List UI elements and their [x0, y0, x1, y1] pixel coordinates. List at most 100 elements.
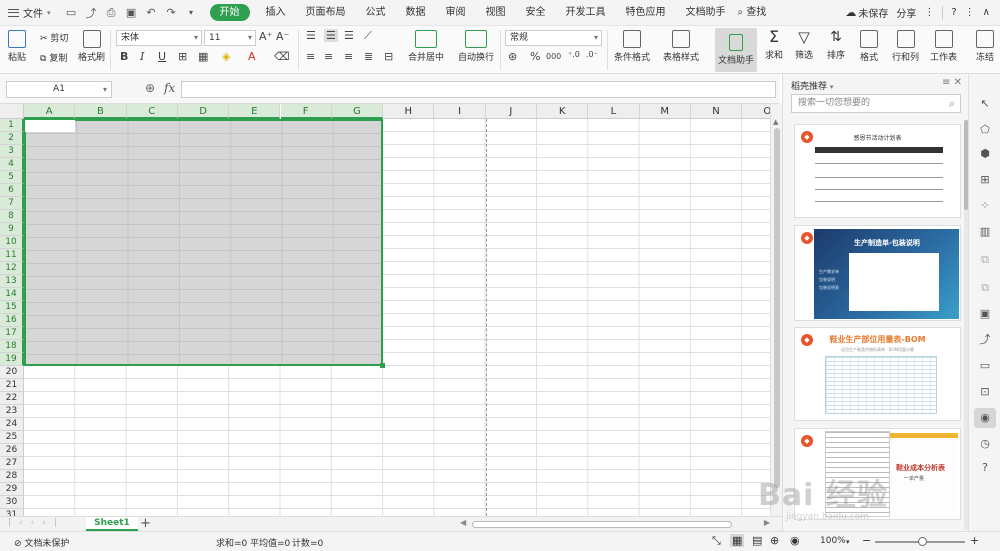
justify-icon[interactable]: ≣ [364, 50, 373, 63]
selected-range[interactable] [24, 119, 383, 366]
align-middle-icon[interactable]: ☰ [324, 29, 338, 42]
orientation-icon[interactable]: ⟋ [364, 29, 372, 43]
template-card[interactable]: ◆ 感恩节活动计划表 [794, 124, 961, 218]
column-header[interactable]: A [24, 104, 76, 119]
align-center-icon[interactable]: ≡ [324, 50, 333, 63]
row-header[interactable]: 23 [0, 405, 24, 418]
export-icon[interactable]: ⤴ [85, 5, 98, 21]
tab-insert[interactable]: 插入 [256, 0, 296, 26]
row-header[interactable]: 8 [0, 210, 24, 223]
sum-button[interactable]: Σ 求和 [765, 28, 783, 62]
row-header[interactable]: 12 [0, 262, 24, 275]
tab-review[interactable]: 审阅 [436, 0, 476, 26]
merge-center-button[interactable]: 合并居中 [408, 30, 444, 63]
active-cell-a1[interactable] [25, 120, 75, 132]
row-header[interactable]: 6 [0, 184, 24, 197]
zoom-slider-knob[interactable] [918, 537, 927, 546]
sheet-tab-sheet1[interactable]: Sheet1 [86, 517, 138, 531]
row-header[interactable]: 11 [0, 249, 24, 262]
fill-color-icon[interactable]: ◈ [222, 50, 230, 63]
formula-input[interactable] [181, 81, 776, 98]
unsaved-status[interactable]: 未保存 [858, 5, 888, 20]
page-break-view-icon[interactable]: ⊕ [770, 534, 779, 547]
font-color-icon[interactable]: A [248, 50, 256, 63]
save-icon[interactable]: ▭ [65, 6, 78, 19]
sort-button[interactable]: ⇅ 排序 [827, 28, 845, 61]
more-options-icon[interactable]: ⋮ [965, 7, 975, 18]
tab-view[interactable]: 视图 [476, 0, 516, 26]
row-header[interactable]: 30 [0, 496, 24, 509]
doc-helper-button[interactable]: 文档助手 [715, 28, 757, 72]
table-style-button[interactable]: 表格样式 [663, 30, 699, 63]
currency-icon[interactable]: ⊛ [508, 50, 517, 63]
tab-page-layout[interactable]: 页面布局 [296, 0, 356, 26]
align-right-icon[interactable]: ≡ [344, 50, 353, 63]
picture-icon[interactable]: ▣ [977, 306, 993, 322]
row-header[interactable]: 27 [0, 457, 24, 470]
row-header[interactable]: 16 [0, 314, 24, 327]
horizontal-scrollbar[interactable]: ◀ ▶ [460, 518, 770, 530]
add-sheet-button[interactable]: + [140, 516, 151, 531]
row-header[interactable]: 24 [0, 418, 24, 431]
column-header[interactable]: F [280, 104, 332, 119]
sheet-nav-arrows[interactable]: |‹‹›| [8, 518, 65, 528]
print-icon[interactable]: ⎙ [105, 6, 118, 20]
column-header[interactable]: H [383, 104, 435, 119]
print-preview-icon[interactable]: ▣ [125, 6, 138, 19]
border-icon[interactable]: ⊞ [178, 50, 187, 63]
vertical-scroll-thumb[interactable] [774, 128, 780, 488]
tab-developer[interactable]: 开发工具 [556, 0, 616, 26]
conditional-format-button[interactable]: 条件格式 [614, 30, 650, 63]
align-left-icon[interactable]: ≡ [306, 50, 315, 63]
decrease-decimal-icon[interactable]: .0⁻ [586, 50, 598, 59]
pane-menu-icon[interactable]: ≡ [942, 77, 950, 88]
horizontal-scroll-thumb[interactable] [472, 521, 732, 528]
column-header[interactable]: L [588, 104, 640, 119]
column-header[interactable]: N [690, 104, 743, 119]
collapse-ribbon-icon[interactable]: ∧ [983, 7, 990, 18]
tab-data[interactable]: 数据 [396, 0, 436, 26]
row-header[interactable]: 17 [0, 327, 24, 340]
customize-icon[interactable]: ▾ [185, 8, 198, 17]
distribute-icon[interactable]: ⊟ [384, 50, 393, 63]
row-header[interactable]: 3 [0, 145, 24, 158]
share-icon[interactable]: ⤴ [977, 332, 993, 348]
column-header[interactable]: E [229, 104, 281, 119]
tab-features[interactable]: 特色应用 [616, 0, 676, 26]
italic-button[interactable]: I [140, 50, 144, 63]
freeze-button[interactable]: 冻结 [970, 30, 1000, 63]
row-header[interactable]: 9 [0, 223, 24, 236]
rows-cols-button[interactable]: 行和列 [892, 30, 919, 63]
increase-decimal-icon[interactable]: ⁺.0 [568, 50, 580, 59]
row-header[interactable]: 21 [0, 379, 24, 392]
thousands-button[interactable]: 000 [546, 52, 561, 61]
history-icon[interactable]: ◷ [977, 436, 993, 452]
row-header[interactable]: 14 [0, 288, 24, 301]
chart-icon[interactable]: ▥ [977, 224, 993, 240]
zoom-level[interactable]: 100% [820, 536, 846, 546]
spreadsheet-grid[interactable]: A B C D E F G H I J K L M N O 1 2 3 4 5 6 7 8 9 10 11 12 13 14 15 16 17… [0, 104, 770, 516]
search-command[interactable]: ⌕ 查找 [736, 0, 777, 26]
table-icon[interactable]: ⊞ [977, 172, 993, 188]
zoom-dropdown-icon[interactable]: ▾ [846, 538, 850, 546]
row-header[interactable]: 25 [0, 431, 24, 444]
redo-icon[interactable]: ↷ [165, 6, 178, 19]
doc-copy-icon[interactable]: ⧉ [977, 280, 993, 296]
underline-button[interactable]: U [158, 50, 166, 63]
eye-protect-icon[interactable]: ⤡ [712, 534, 721, 548]
row-header[interactable]: 7 [0, 197, 24, 210]
row-header[interactable]: 31 [0, 509, 24, 516]
template-card[interactable]: ◆ 生产制造单-包装说明 生产需求单 包装说明 包装说明表 [794, 225, 961, 321]
cut-button[interactable]: ✂ 剪切 [40, 31, 68, 44]
row-header[interactable]: 18 [0, 340, 24, 353]
name-box[interactable]: A1 [6, 81, 112, 98]
zoom-formula-icon[interactable]: ⊕ [145, 81, 155, 95]
clear-format-icon[interactable]: ⌫ [274, 50, 290, 63]
monitor-icon[interactable]: ▭ [977, 358, 993, 374]
help-icon[interactable]: ? [951, 7, 956, 18]
zoom-in-button[interactable]: + [970, 534, 979, 547]
row-header[interactable]: 20 [0, 366, 24, 379]
image-icon[interactable]: ⊡ [977, 384, 993, 400]
apps-icon[interactable]: ⁘ [977, 198, 993, 214]
column-header[interactable]: I [434, 104, 486, 119]
